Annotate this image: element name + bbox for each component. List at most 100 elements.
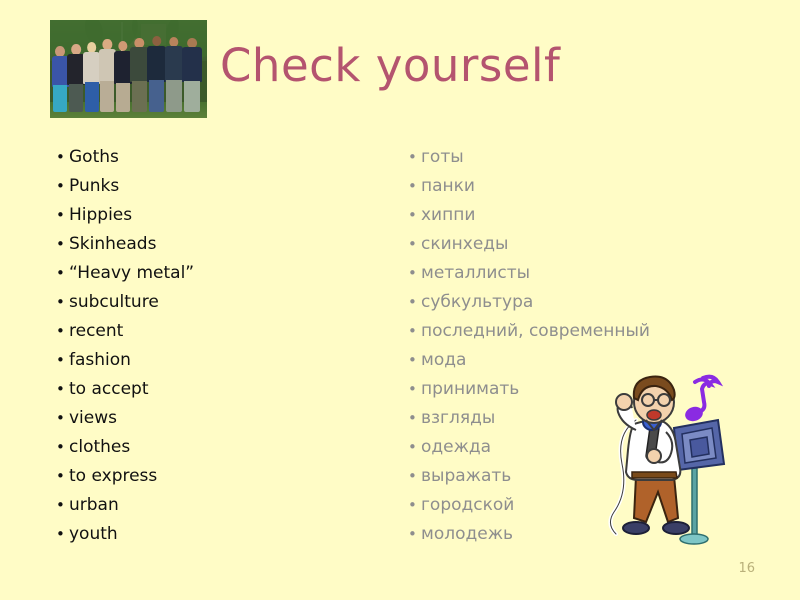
list-item: • субкультура [408,288,650,317]
list-item: • хиппи [408,201,650,230]
list-item: • Hippies [56,201,194,230]
list-item-label: urban [69,495,119,515]
bullet-icon: • [56,264,65,282]
bullet-icon: • [408,380,417,398]
list-item-label: принимать [421,379,520,399]
list-item: • to accept [56,375,194,404]
list-item: • clothes [56,433,194,462]
list-item: • fashion [56,346,194,375]
list-item: • металлисты [408,259,650,288]
bullet-icon: • [56,148,65,166]
list-item-label: скинхеды [421,234,509,254]
cartoon-singer-with-microphone [592,372,747,548]
list-item-label: городской [421,495,515,515]
list-item-label: subculture [69,292,159,312]
list-item-label: последний, современный [421,321,650,341]
photo-person [130,37,149,113]
list-item: • панки [408,172,650,201]
bullet-icon: • [56,235,65,253]
bullet-icon: • [56,293,65,311]
list-item-label: Skinheads [69,234,157,254]
bullet-icon: • [56,351,65,369]
bullet-icon: • [56,496,65,514]
list-item-label: Hippies [69,205,133,225]
page-number: 16 [738,561,755,576]
bullet-icon: • [408,438,417,456]
list-item: • recent [56,317,194,346]
bullet-icon: • [408,264,417,282]
list-item-label: “Heavy metal” [69,263,195,283]
list-item-label: выражать [421,466,512,486]
bullet-icon: • [408,322,417,340]
bullet-icon: • [408,409,417,427]
photo-person [82,41,101,113]
list-item-label: субкультура [421,292,534,312]
hand-left [615,393,633,411]
list-item-label: готы [421,147,464,167]
bullet-icon: • [56,409,65,427]
list-item: • urban [56,491,194,520]
list-item: • Goths [56,143,194,172]
bullet-icon: • [56,438,65,456]
list-item-label: fashion [69,350,131,370]
photo-person [51,45,69,113]
bullet-icon: • [408,496,417,514]
mouth [646,409,662,421]
list-item-label: Punks [69,176,120,196]
speaker-stand-pole [691,467,698,537]
bullet-icon: • [56,177,65,195]
list-item: • скинхеды [408,230,650,259]
bullet-icon: • [408,177,417,195]
list-item: • views [56,404,194,433]
slide-canvas: Check yourself • Goths • Punks • Hippies • S… [0,0,800,600]
trousers [632,475,680,524]
list-item: • Punks [56,172,194,201]
list-item: • to express [56,462,194,491]
photo-person [98,38,116,113]
list-item: • последний, современный [408,317,650,346]
list-item-label: to accept [69,379,149,399]
bullet-icon: • [408,293,417,311]
group-of-young-people-photo [50,20,207,118]
shoe-right [662,521,690,535]
list-item: • subculture [56,288,194,317]
list-item-label: clothes [69,437,131,457]
list-item-label: взгляды [421,408,496,428]
list-item-label: мода [421,350,467,370]
bullet-icon: • [408,148,417,166]
list-item-label: views [69,408,118,428]
bullet-icon: • [56,380,65,398]
list-item-label: панки [421,176,475,196]
list-item-label: Goths [69,147,119,167]
speaker-icon [672,418,726,472]
belt [631,471,678,479]
music-note-icon [685,374,724,422]
list-item-label: одежда [421,437,492,457]
bullet-icon: • [408,351,417,369]
page-title: Check yourself [220,39,561,92]
bullet-icon: • [408,467,417,485]
photo-person [114,40,132,113]
hand-right [646,448,662,464]
list-item-label: to express [69,466,158,486]
bullet-icon: • [56,525,65,543]
list-item: • Skinheads [56,230,194,259]
bullet-icon: • [56,467,65,485]
english-vocabulary-list: • Goths • Punks • Hippies • Skinheads • “Heav… [56,143,194,549]
shoe-left [622,521,650,535]
speaker-stand-base [679,533,709,545]
bullet-icon: • [408,235,417,253]
list-item-label: youth [69,524,118,544]
list-item: • youth [56,520,194,549]
bullet-icon: • [408,206,417,224]
bullet-icon: • [56,322,65,340]
bullet-icon: • [56,206,65,224]
photo-person [147,35,167,113]
list-item: • готы [408,143,650,172]
list-item-label: хиппи [421,205,476,225]
photo-person [164,36,184,113]
photo-person [67,43,85,113]
list-item-label: молодежь [421,524,514,544]
list-item: • мода [408,346,650,375]
photo-person [181,37,203,113]
